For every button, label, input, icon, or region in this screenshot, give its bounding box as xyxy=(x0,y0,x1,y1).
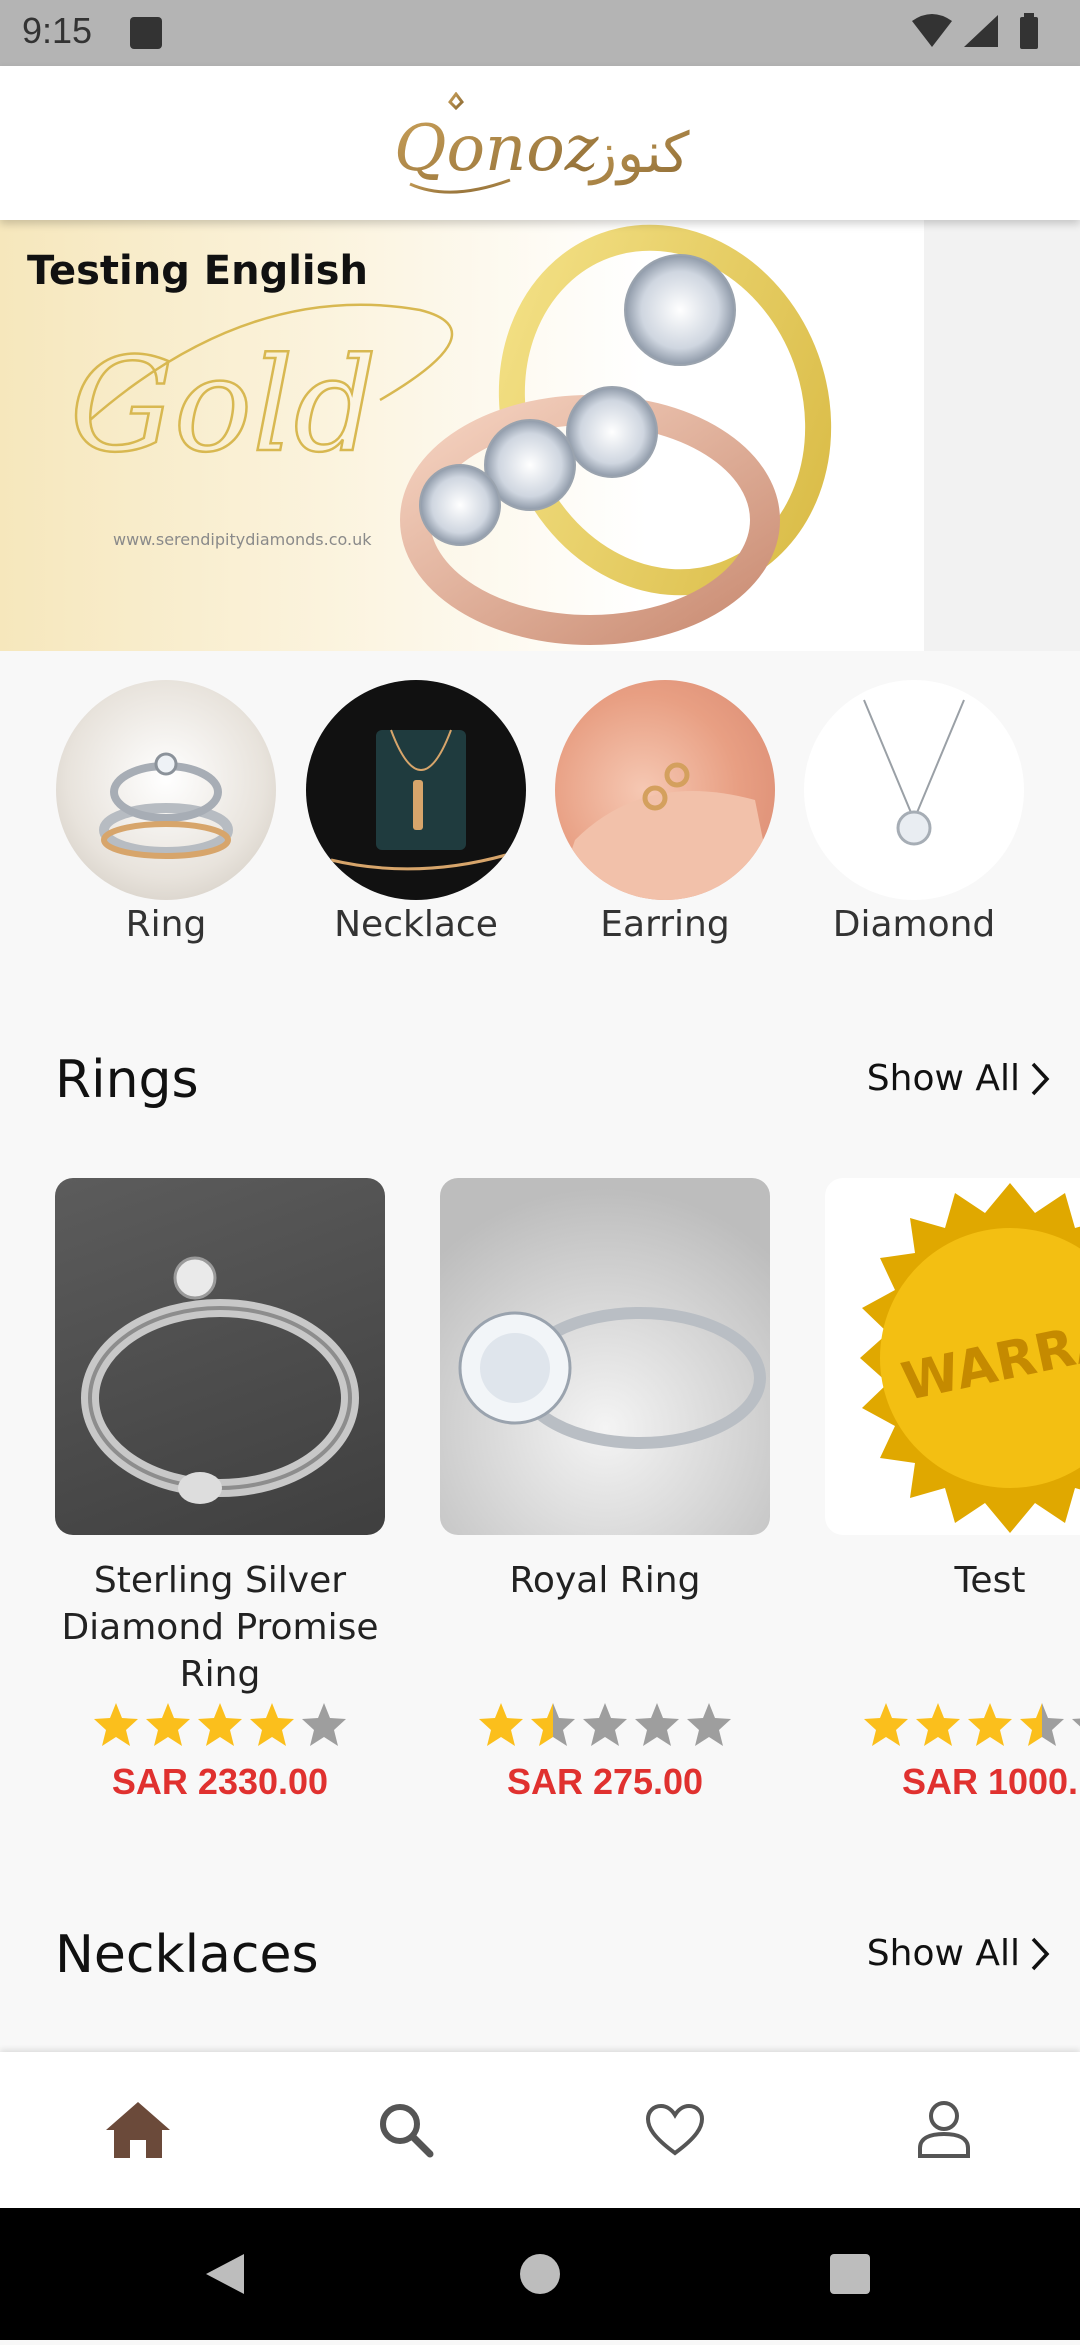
star-icon xyxy=(146,1703,190,1746)
star-icon xyxy=(968,1703,1012,1746)
banner-title: Testing English xyxy=(27,248,368,294)
star-icon xyxy=(583,1703,627,1746)
product-card[interactable]: Sterling Silver Diamond Promise Ring SAR… xyxy=(55,1178,385,1803)
category-ring-image xyxy=(56,680,276,900)
diamond-pendant-icon xyxy=(863,699,965,846)
category-label: Ring xyxy=(125,904,207,945)
category-earring[interactable]: Earring xyxy=(555,680,775,945)
star-icon xyxy=(479,1703,523,1746)
notification-icon xyxy=(130,17,162,49)
wifi-icon xyxy=(912,14,952,47)
recents-icon xyxy=(830,2254,870,2294)
product-price: SAR 1000. xyxy=(901,1761,1079,1802)
category-label: Necklace xyxy=(334,904,498,945)
status-icons xyxy=(912,13,1038,49)
banner-url: www.serendipitydiamonds.co.uk xyxy=(113,530,372,549)
svg-text:Qonoz: Qonoz xyxy=(394,112,600,186)
category-earring-image xyxy=(555,680,775,900)
star-icon xyxy=(864,1703,908,1746)
star-icon xyxy=(635,1703,679,1746)
app-header: Qonoz كنوز xyxy=(0,66,1080,220)
show-all-label: Show All xyxy=(866,1933,1020,1974)
qonoz-logo: Qonoz كنوز xyxy=(394,92,690,194)
category-diamond-image xyxy=(804,680,1024,900)
product-name: Royal Ring xyxy=(509,1560,701,1601)
star-icon xyxy=(1072,1718,1080,1746)
category-diamond[interactable]: Diamond xyxy=(804,680,1024,945)
product-image: WARRANTY xyxy=(825,1178,1080,1535)
rating-stars xyxy=(825,1699,1080,1751)
bottom-nav xyxy=(0,2052,1080,2208)
rating-stars xyxy=(440,1699,770,1751)
rings-section-title: Rings xyxy=(55,1050,199,1110)
rings-show-all-button[interactable]: Show All xyxy=(867,1058,1050,1099)
star-icon xyxy=(198,1703,242,1746)
battery-icon xyxy=(1020,17,1038,49)
category-ring[interactable]: Ring xyxy=(56,680,276,945)
back-icon xyxy=(206,2254,244,2294)
rating-stars xyxy=(55,1699,385,1751)
star-icon xyxy=(94,1703,138,1746)
chevron-right-icon xyxy=(1031,1937,1050,1970)
warranty-badge-icon: WARRANTY xyxy=(860,1183,1080,1533)
chevron-right-icon xyxy=(1031,1062,1050,1095)
nav-profile[interactable] xyxy=(904,2090,984,2170)
category-necklace[interactable]: Necklace xyxy=(306,680,526,945)
signal-icon xyxy=(964,15,998,47)
category-label: Earring xyxy=(600,904,730,945)
star-icon xyxy=(916,1703,960,1746)
status-time: 9:15 xyxy=(22,10,93,51)
system-nav-bar xyxy=(0,2208,1080,2340)
necklaces-show-all-button[interactable]: Show All xyxy=(867,1933,1050,1974)
star-icon xyxy=(302,1703,346,1746)
search-icon xyxy=(380,2104,434,2158)
star-icon xyxy=(687,1703,731,1746)
status-bar: 9:15 xyxy=(0,0,1080,66)
rings-product-list: Sterling Silver Diamond Promise Ring SAR… xyxy=(0,1178,1080,1828)
home-circle-icon xyxy=(520,2254,560,2294)
product-image xyxy=(55,1178,385,1535)
nav-home[interactable] xyxy=(98,2090,178,2170)
product-card[interactable]: WARRANTY Test SAR 1000. xyxy=(825,1178,1080,1803)
category-necklace-image xyxy=(306,680,526,900)
banner-next-peek xyxy=(924,220,1080,651)
promo-banner[interactable]: Testing English Gold www.serendipitydiam… xyxy=(0,220,924,651)
product-price: SAR 275.00 xyxy=(506,1761,704,1802)
ring-icon xyxy=(99,752,233,859)
svg-text:كنوز: كنوز xyxy=(587,121,690,186)
star-icon xyxy=(531,1703,575,1746)
necklace-icon xyxy=(330,729,507,871)
necklaces-section-title: Necklaces xyxy=(55,1925,319,1985)
heart-icon xyxy=(645,2103,705,2156)
product-name: Test xyxy=(954,1560,1026,1601)
show-all-label: Show All xyxy=(866,1058,1020,1099)
earring-icon xyxy=(555,762,775,900)
category-list: Ring Necklace Earring Diamond xyxy=(0,680,1080,950)
star-icon xyxy=(1020,1703,1064,1746)
banner-script-text: Gold xyxy=(70,329,377,481)
star-icon xyxy=(250,1703,294,1746)
profile-icon xyxy=(918,2101,970,2158)
product-card[interactable]: Royal Ring SAR 275.00 xyxy=(440,1178,770,1803)
product-name: Sterling Silver Diamond Promise Ring xyxy=(61,1560,379,1695)
product-image xyxy=(440,1178,770,1535)
nav-search[interactable] xyxy=(366,2090,446,2170)
product-price: SAR 2330.00 xyxy=(111,1761,329,1802)
home-icon xyxy=(106,2102,170,2158)
nav-favorites[interactable] xyxy=(635,2090,715,2170)
category-label: Diamond xyxy=(832,904,996,945)
